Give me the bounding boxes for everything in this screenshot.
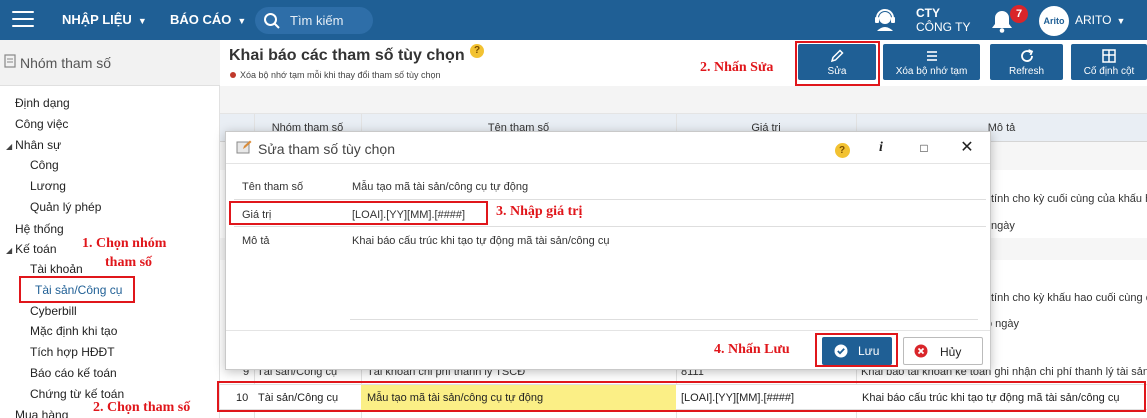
sidebar-item-tai-khoan[interactable]: Tài khoản xyxy=(30,262,83,276)
settings-icon xyxy=(4,54,16,68)
annotation-box-group xyxy=(19,276,135,303)
desc-fragment: tính cho kỳ cuối cùng của khấu h xyxy=(991,193,1147,205)
chevron-down-icon: ▼ xyxy=(237,16,247,26)
sidebar-item-luong[interactable]: Lương xyxy=(30,179,66,193)
annotation-step-group-2: tham số xyxy=(105,255,153,270)
company-name: CÔNG TY xyxy=(916,20,971,34)
divider xyxy=(234,199,986,200)
description-field[interactable]: Khai báo cấu trúc khi tạo tự động mã tài… xyxy=(352,235,609,247)
field-name-value: Mẫu tạo mã tài sản/công cụ tự động xyxy=(352,181,529,193)
cancel-button-label: Hủy xyxy=(940,345,962,359)
search-input[interactable]: Tìm kiếm xyxy=(255,7,373,34)
chevron-down-icon: ▼ xyxy=(137,16,147,26)
user-name: ARITO xyxy=(1075,13,1112,27)
page-title: Khai báo các tham số tùy chọn xyxy=(229,47,465,64)
clear-cache-label: Xóa bộ nhớ tạm xyxy=(895,66,968,77)
sidebar-item-he-thong[interactable]: Hệ thống xyxy=(15,222,64,236)
annotation-step-param: 2. Chọn tham số xyxy=(93,400,191,415)
field-label-name: Tên tham số xyxy=(242,181,304,193)
sidebar-title: Nhóm tham số xyxy=(20,55,112,71)
sidebar-item-cong-viec[interactable]: Công việc xyxy=(15,117,68,131)
divider xyxy=(234,226,986,227)
info-icon[interactable]: i xyxy=(871,138,891,158)
sidebar: Nhóm tham số Định dạng Công việc ◢ Nhân s… xyxy=(0,40,220,418)
sidebar-item-label: Kế toán xyxy=(15,242,57,256)
annotation-box-row xyxy=(217,381,1146,412)
help-icon[interactable]: ? xyxy=(832,138,852,158)
annotation-step-edit: 2. Nhấn Sửa xyxy=(700,60,774,75)
sidebar-item-bao-cao-ke-toan[interactable]: Báo cáo kế toán xyxy=(30,366,117,380)
user-menu[interactable]: ARITO ▼ xyxy=(1075,13,1125,27)
sidebar-item-tich-hop-hddt[interactable]: Tích hợp HĐĐT xyxy=(30,345,115,359)
list-icon xyxy=(926,51,937,61)
search-placeholder: Tìm kiếm xyxy=(290,13,344,28)
annotation-box-value xyxy=(229,201,488,225)
divider xyxy=(350,319,978,320)
fix-column-button[interactable]: Cố định cột xyxy=(1071,44,1147,80)
annotation-box-edit xyxy=(795,41,880,86)
annotation-step-save: 4. Nhấn Lưu xyxy=(714,342,790,357)
menu-bao-cao[interactable]: BÁO CÁO ▼ xyxy=(170,12,246,27)
dot-icon xyxy=(230,72,236,78)
sidebar-item-label: Nhân sự xyxy=(15,138,62,152)
grid-filter-strip xyxy=(220,86,1147,114)
menu-nhap-lieu[interactable]: NHẬP LIỆU ▼ xyxy=(62,12,147,27)
chevron-down-icon: ▼ xyxy=(1116,16,1126,26)
sidebar-header: Nhóm tham số xyxy=(0,40,220,86)
search-icon xyxy=(264,13,280,29)
sidebar-item-chung-tu-ke-toan[interactable]: Chứng từ kế toán xyxy=(30,387,124,401)
clear-cache-button[interactable]: Xóa bộ nhớ tạm xyxy=(883,44,980,80)
cache-note-text: Xóa bộ nhớ tạm mỗi khi thay đổi tham số … xyxy=(240,70,441,80)
menu-nhap-lieu-label: NHẬP LIỆU xyxy=(62,12,132,27)
sidebar-item-mua-hang[interactable]: Mua hàng xyxy=(15,408,68,418)
refresh-button[interactable]: Refresh xyxy=(990,44,1063,80)
dialog-header: Sửa tham số tùy chọn ? i □ ✕ xyxy=(226,132,990,164)
edit-form-icon xyxy=(236,140,252,154)
sidebar-item-ke-toan[interactable]: ◢ Kế toán xyxy=(6,242,57,256)
close-icon[interactable]: ✕ xyxy=(957,138,977,158)
company-selector[interactable]: CTY CÔNG TY xyxy=(916,6,970,34)
menu-icon[interactable] xyxy=(12,11,34,29)
desc-fragment: o ngày xyxy=(986,318,1020,330)
top-bar: NHẬP LIỆU ▼ BÁO CÁO ▼ Tìm kiếm CTY CÔNG TY … xyxy=(0,0,1147,40)
company-code: CTY xyxy=(916,6,940,20)
sidebar-item-mac-dinh-khi-tao[interactable]: Mặc định khi tạo xyxy=(30,324,117,338)
cache-note: Xóa bộ nhớ tạm mỗi khi thay đổi tham số … xyxy=(230,70,441,80)
expand-icon: ◢ xyxy=(6,142,13,151)
support-icon[interactable] xyxy=(872,7,898,33)
help-icon[interactable]: ? xyxy=(470,44,484,58)
sidebar-item-nhan-su[interactable]: ◢ Nhân sự xyxy=(6,138,61,152)
columns-icon xyxy=(1102,49,1116,63)
annotation-step-value: 3. Nhập giá trị xyxy=(496,204,583,219)
annotation-step-group: 1. Chọn nhóm xyxy=(82,236,167,251)
sidebar-item-cyberbill[interactable]: Cyberbill xyxy=(30,304,77,318)
sidebar-item-dinh-dang[interactable]: Định dạng xyxy=(15,96,70,110)
fix-column-label: Cố định cột xyxy=(1083,66,1135,77)
refresh-icon xyxy=(1020,49,1033,62)
sidebar-item-cong[interactable]: Công xyxy=(30,158,59,172)
menu-bao-cao-label: BÁO CÁO xyxy=(170,12,232,27)
desc-fragment: tính cho kỳ khấu hao cuối cùng c xyxy=(991,292,1147,304)
cancel-icon xyxy=(914,344,928,358)
sidebar-item-quan-ly-phep[interactable]: Quản lý phép xyxy=(30,200,101,214)
expand-icon: ◢ xyxy=(6,246,13,255)
dialog-title: Sửa tham số tùy chọn xyxy=(258,141,395,157)
desc-fragment: ngày xyxy=(991,220,1015,232)
refresh-label: Refresh xyxy=(1008,66,1044,77)
annotation-box-save xyxy=(815,333,898,367)
cancel-button[interactable]: Hủy xyxy=(903,337,983,365)
notification-badge: 7 xyxy=(1010,5,1028,23)
field-label-description: Mô tả xyxy=(242,235,270,247)
maximize-icon[interactable]: □ xyxy=(914,138,934,158)
avatar[interactable]: Arito xyxy=(1039,6,1069,36)
